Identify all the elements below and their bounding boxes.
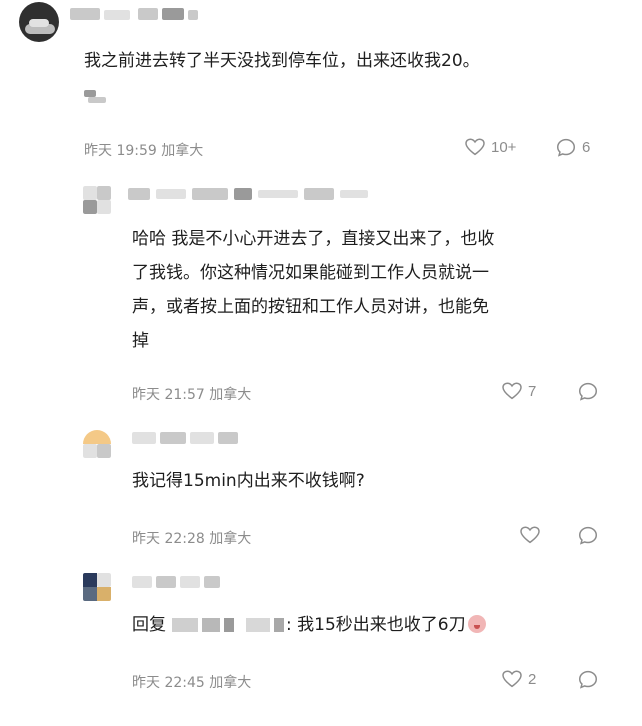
comment-text-line: 哈哈 我是不小心开进去了，直接又出来了，也收 <box>132 229 495 249</box>
reply-prefix: 回复 <box>132 615 166 635</box>
comment-location: 加拿大 <box>161 143 204 159</box>
avatar[interactable] <box>19 2 59 42</box>
comment-text-line: 了我钱。你这种情况如果能碰到工作人员就说一 <box>132 263 489 283</box>
like-button[interactable]: 2 <box>502 670 536 688</box>
comment-location: 加拿大 <box>209 531 252 547</box>
avatar[interactable] <box>83 186 111 214</box>
like-button[interactable]: 7 <box>502 382 536 400</box>
comment-location: 加拿大 <box>209 675 252 691</box>
comment-time: 昨天 21:57 加拿大 <box>132 387 252 403</box>
username[interactable] <box>70 8 220 20</box>
reply-count: 6 <box>582 139 591 156</box>
comment-text: 我记得15min内出来不收钱啊? <box>132 471 365 491</box>
chat-bubble-icon <box>556 138 576 157</box>
like-count: 10+ <box>491 138 517 156</box>
like-count: 2 <box>528 670 537 688</box>
comment-text: 我之前进去转了半天没找到停车位，出来还收我20。 <box>84 51 480 71</box>
heart-outline-icon <box>465 138 485 156</box>
chat-bubble-icon <box>578 382 598 401</box>
heart-outline-icon <box>520 526 540 544</box>
heart-outline-icon <box>502 382 522 400</box>
chat-bubble-icon <box>578 526 598 545</box>
crying-face-emoji <box>467 615 486 633</box>
mentioned-username[interactable] <box>166 615 286 635</box>
reply-button[interactable]: 6 <box>556 138 590 157</box>
reply-button[interactable] <box>578 526 598 545</box>
heart-outline-icon <box>502 670 522 688</box>
like-button[interactable] <box>520 526 540 544</box>
inline-image-thumbnail[interactable] <box>84 90 106 104</box>
comment-time: 昨天 22:45 加拿大 <box>132 675 252 691</box>
username[interactable] <box>132 576 222 588</box>
avatar[interactable] <box>83 430 111 458</box>
username[interactable] <box>132 432 242 444</box>
comment-text: 回复 : 我15秒出来也收了6刀 <box>132 608 486 642</box>
reply-button[interactable] <box>578 670 598 689</box>
username[interactable] <box>128 188 378 200</box>
comment-time: 昨天 22:28 加拿大 <box>132 531 252 547</box>
chat-bubble-icon <box>578 670 598 689</box>
comment-text-line: 掉 <box>132 331 149 351</box>
reply-body: : 我15秒出来也收了6刀 <box>286 615 466 635</box>
comment-time: 昨天 19:59 加拿大 <box>84 143 204 159</box>
reply-button[interactable] <box>578 382 598 401</box>
avatar[interactable] <box>83 573 111 601</box>
like-count: 7 <box>528 382 537 400</box>
comment-location: 加拿大 <box>209 387 252 403</box>
comment-text-line: 声，或者按上面的按钮和工作人员对讲，也能免 <box>132 297 489 317</box>
like-button[interactable]: 10+ <box>465 138 516 156</box>
